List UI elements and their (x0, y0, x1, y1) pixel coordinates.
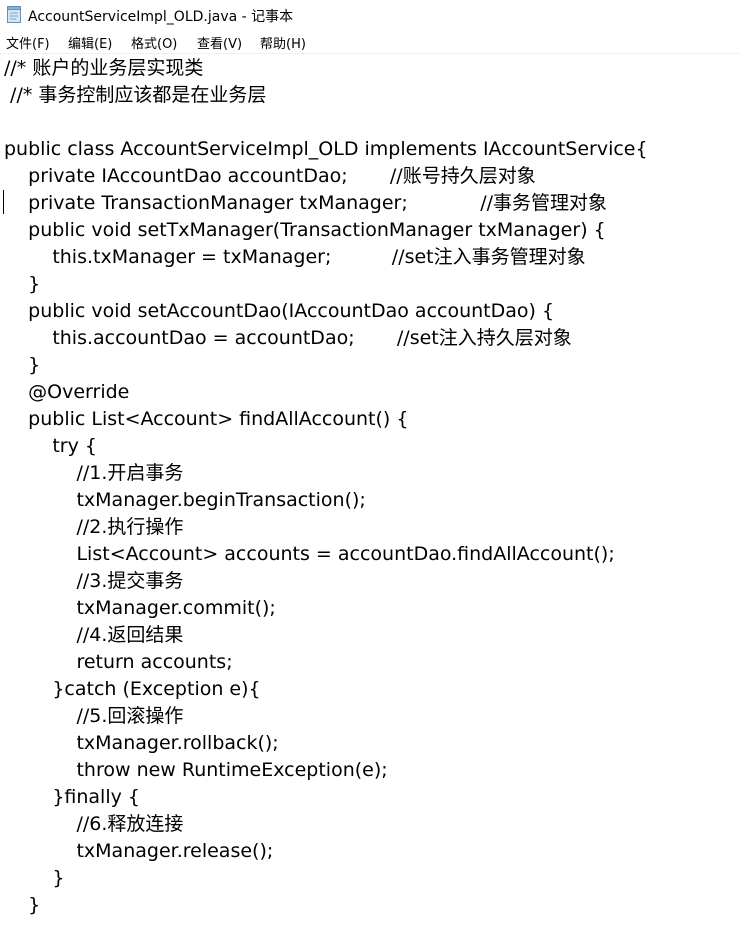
code-line: //2.执行操作 (4, 516, 184, 538)
window-title: AccountServiceImpl_OLD.java - 记事本 (28, 9, 294, 25)
notepad-icon (7, 6, 21, 23)
menu-help[interactable]: 帮助(H) (260, 33, 306, 52)
code-line: this.accountDao = accountDao; //set注入持久层… (4, 327, 572, 349)
code-line: } (4, 354, 41, 376)
code-line: } (4, 894, 41, 916)
code-line: }finally { (4, 786, 140, 808)
code-line: @Override (4, 381, 130, 403)
code-line: private TransactionManager txManager; //… (4, 192, 608, 214)
code-line: private IAccountDao accountDao; //账号持久层对… (4, 165, 536, 187)
menu-view[interactable]: 查看(V) (197, 33, 242, 52)
code-line: txManager.beginTransaction(); (4, 489, 366, 511)
code-line: try { (4, 435, 97, 457)
title-bar: AccountServiceImpl_OLD.java - 记事本 (0, 0, 740, 30)
code-line: this.txManager = txManager; //set注入事务管理对… (4, 246, 586, 268)
code-line: public void setAccountDao(IAccountDao ac… (4, 300, 555, 322)
code-line: //* 事务控制应该都是在业务层 (4, 84, 267, 106)
code-line: }catch (Exception e){ (4, 678, 261, 700)
code-line: List<Account> accounts = accountDao.find… (4, 543, 615, 565)
code-line: txManager.commit(); (4, 597, 276, 619)
menu-file[interactable]: 文件(F) (6, 33, 50, 52)
text-editor[interactable]: //* 账户的业务层实现类 //* 事务控制应该都是在业务层 public cl… (0, 54, 740, 940)
code-line: //5.回滚操作 (4, 705, 184, 727)
code-line: txManager.release(); (4, 840, 274, 862)
code-line: return accounts; (4, 651, 233, 673)
code-line: public class AccountServiceImpl_OLD impl… (4, 138, 648, 160)
code-line: //4.返回结果 (4, 624, 184, 646)
code-line: //1.开启事务 (4, 462, 184, 484)
code-line: txManager.rollback(); (4, 732, 279, 754)
code-line: public void setTxManager(TransactionMana… (4, 219, 606, 241)
code-line: //6.释放连接 (4, 813, 184, 835)
code-line: } (4, 867, 65, 889)
code-line: //3.提交事务 (4, 570, 184, 592)
code-line: throw new RuntimeException(e); (4, 759, 388, 781)
code-line: //* 账户的业务层实现类 (4, 57, 204, 79)
code-line: public List<Account> findAllAccount() { (4, 408, 409, 430)
menu-bar: 文件(F) 编辑(E) 格式(O) 查看(V) 帮助(H) (0, 30, 740, 54)
menu-format[interactable]: 格式(O) (131, 33, 177, 52)
code-line: } (4, 273, 41, 295)
menu-edit[interactable]: 编辑(E) (68, 33, 112, 52)
